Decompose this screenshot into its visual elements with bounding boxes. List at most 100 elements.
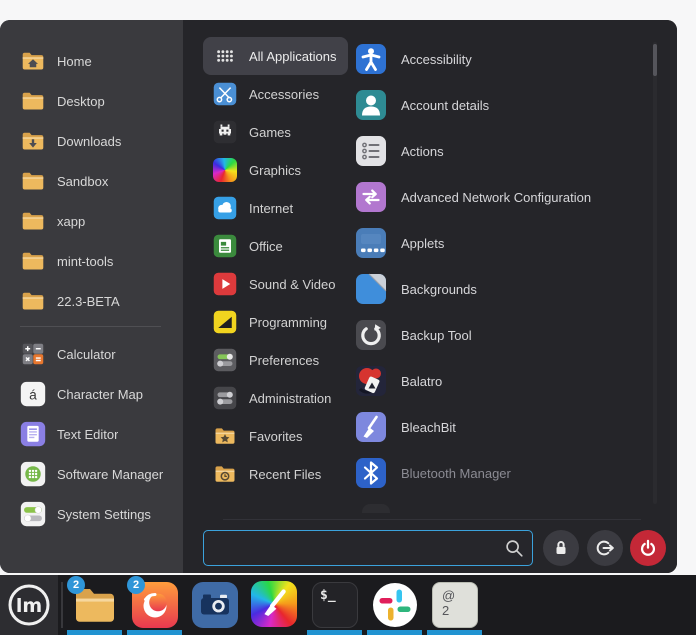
- balatro-icon: [355, 365, 387, 397]
- taskbar-item-window-group[interactable]: @2: [425, 575, 485, 635]
- search-input[interactable]: [203, 530, 533, 566]
- open-window-indicator: [427, 630, 482, 635]
- search-icon: [503, 537, 525, 559]
- taskbar-item-slack[interactable]: [365, 575, 425, 635]
- paint-icon: [251, 581, 299, 629]
- partially-visible-app-icon: [362, 504, 390, 513]
- app-accessibility[interactable]: Accessibility: [355, 36, 655, 82]
- taskbar-separator: [61, 582, 63, 628]
- menu-main: All Applications Accessories Games Graphi…: [183, 20, 677, 573]
- notification-badge: 2: [127, 576, 145, 594]
- place-label: 22.3-BETA: [57, 294, 120, 309]
- category-favorites[interactable]: Favorites: [203, 417, 314, 455]
- app-label: Backup Tool: [401, 328, 472, 343]
- sidebar-app-system-settings[interactable]: System Settings: [0, 494, 183, 534]
- category-label: Preferences: [249, 353, 319, 368]
- app-bleachbit[interactable]: BleachBit: [355, 404, 655, 450]
- place-label: Home: [57, 54, 92, 69]
- lock-button[interactable]: [543, 530, 579, 566]
- window-group-icon: @2: [432, 582, 478, 628]
- sidebar-app-software-manager[interactable]: Software Manager: [0, 454, 183, 494]
- app-backgrounds[interactable]: Backgrounds: [355, 266, 655, 312]
- category-graphics[interactable]: Graphics: [203, 151, 313, 189]
- category-accessories[interactable]: Accessories: [203, 75, 331, 113]
- actions-icon: [355, 135, 387, 167]
- accessories-icon: [213, 82, 237, 106]
- place-desktop[interactable]: Desktop: [0, 81, 183, 121]
- category-internet[interactable]: Internet: [203, 189, 305, 227]
- category-label: Office: [249, 239, 283, 254]
- lock-icon: [549, 536, 573, 560]
- place-sandbox[interactable]: Sandbox: [0, 161, 183, 201]
- administration-icon: [213, 386, 237, 410]
- taskbar-item-firefox[interactable]: 2: [125, 575, 185, 635]
- category-sound-video[interactable]: Sound & Video: [203, 265, 348, 303]
- power-button[interactable]: [630, 530, 666, 566]
- slack-icon: [371, 581, 419, 629]
- sidebar-app-calculator[interactable]: Calculator: [0, 334, 183, 374]
- app-label: Actions: [401, 144, 444, 159]
- category-administration[interactable]: Administration: [203, 379, 343, 417]
- backgrounds-icon: [355, 273, 387, 305]
- games-icon: [213, 120, 237, 144]
- scrollbar-track[interactable]: [653, 42, 657, 504]
- category-list: All Applications Accessories Games Graphi…: [203, 37, 348, 493]
- category-label: Accessories: [249, 87, 319, 102]
- taskbar-item-paint[interactable]: [245, 575, 305, 635]
- folder-icon: [20, 208, 46, 234]
- logout-button[interactable]: [587, 530, 623, 566]
- place-xapp[interactable]: xapp: [0, 201, 183, 241]
- sidebar-app-label: Calculator: [57, 347, 116, 362]
- network-config-icon: [355, 181, 387, 213]
- taskbar: lm 22 $_ @2: [0, 575, 696, 635]
- folder-favorites-icon: [213, 424, 237, 448]
- taskbar-item-terminal[interactable]: $_: [305, 575, 365, 635]
- softwaremanager-icon: [20, 461, 46, 487]
- open-window-indicator: [67, 630, 122, 635]
- category-label: Favorites: [249, 429, 302, 444]
- taskbar-item-screenshot-tool[interactable]: [185, 575, 245, 635]
- category-recent-files[interactable]: Recent Files: [203, 455, 333, 493]
- category-all-applications[interactable]: All Applications: [203, 37, 348, 75]
- category-games[interactable]: Games: [203, 113, 303, 151]
- sidebar-apps-list: Calculator áCharacter Map Text Editor Soft…: [0, 334, 183, 534]
- category-preferences[interactable]: Preferences: [203, 341, 331, 379]
- menu-button[interactable]: lm: [0, 575, 58, 635]
- sidebar-app-label: Software Manager: [57, 467, 163, 482]
- bluetooth-icon: [355, 457, 387, 489]
- category-label: Recent Files: [249, 467, 321, 482]
- app-grid-icon: [213, 44, 237, 68]
- taskbar-item-file-manager[interactable]: 2: [65, 575, 125, 635]
- category-office[interactable]: Office: [203, 227, 295, 265]
- category-programming[interactable]: Programming: [203, 303, 339, 341]
- scrollbar-thumb[interactable]: [653, 44, 657, 76]
- sidebar-app-character-map[interactable]: áCharacter Map: [0, 374, 183, 414]
- app-backup-tool[interactable]: Backup Tool: [355, 312, 655, 358]
- folder-icon: [20, 168, 46, 194]
- app-actions[interactable]: Actions: [355, 128, 655, 174]
- graphics-icon: [213, 158, 237, 182]
- folder-download-icon: [20, 128, 46, 154]
- taskbar-items: 22 $_ @2: [65, 575, 485, 635]
- places-list: Home Desktop DownloadsSandboxxapp mint-tool…: [0, 41, 183, 321]
- place-home[interactable]: Home: [0, 41, 183, 81]
- category-label: Graphics: [249, 163, 301, 178]
- app-advanced-network-configuration[interactable]: Advanced Network Configuration: [355, 174, 655, 220]
- app-account-details[interactable]: Account details: [355, 82, 655, 128]
- app-bluetooth-manager[interactable]: Bluetooth Manager: [355, 450, 655, 496]
- texteditor-icon: [20, 421, 46, 447]
- place-mint-tools[interactable]: mint-tools: [0, 241, 183, 281]
- place-label: mint-tools: [57, 254, 113, 269]
- app-applets[interactable]: Applets: [355, 220, 655, 266]
- search-separator: [223, 519, 641, 520]
- folder-icon: [20, 248, 46, 274]
- app-label: Account details: [401, 98, 489, 113]
- sidebar-app-text-editor[interactable]: Text Editor: [0, 414, 183, 454]
- place-22-3-beta[interactable]: 22.3-BETA: [0, 281, 183, 321]
- app-balatro[interactable]: Balatro: [355, 358, 655, 404]
- place-label: Desktop: [57, 94, 105, 109]
- screenshot-icon: [191, 581, 239, 629]
- systemsettings-icon: [20, 501, 46, 527]
- folder-home-icon: [20, 48, 46, 74]
- place-downloads[interactable]: Downloads: [0, 121, 183, 161]
